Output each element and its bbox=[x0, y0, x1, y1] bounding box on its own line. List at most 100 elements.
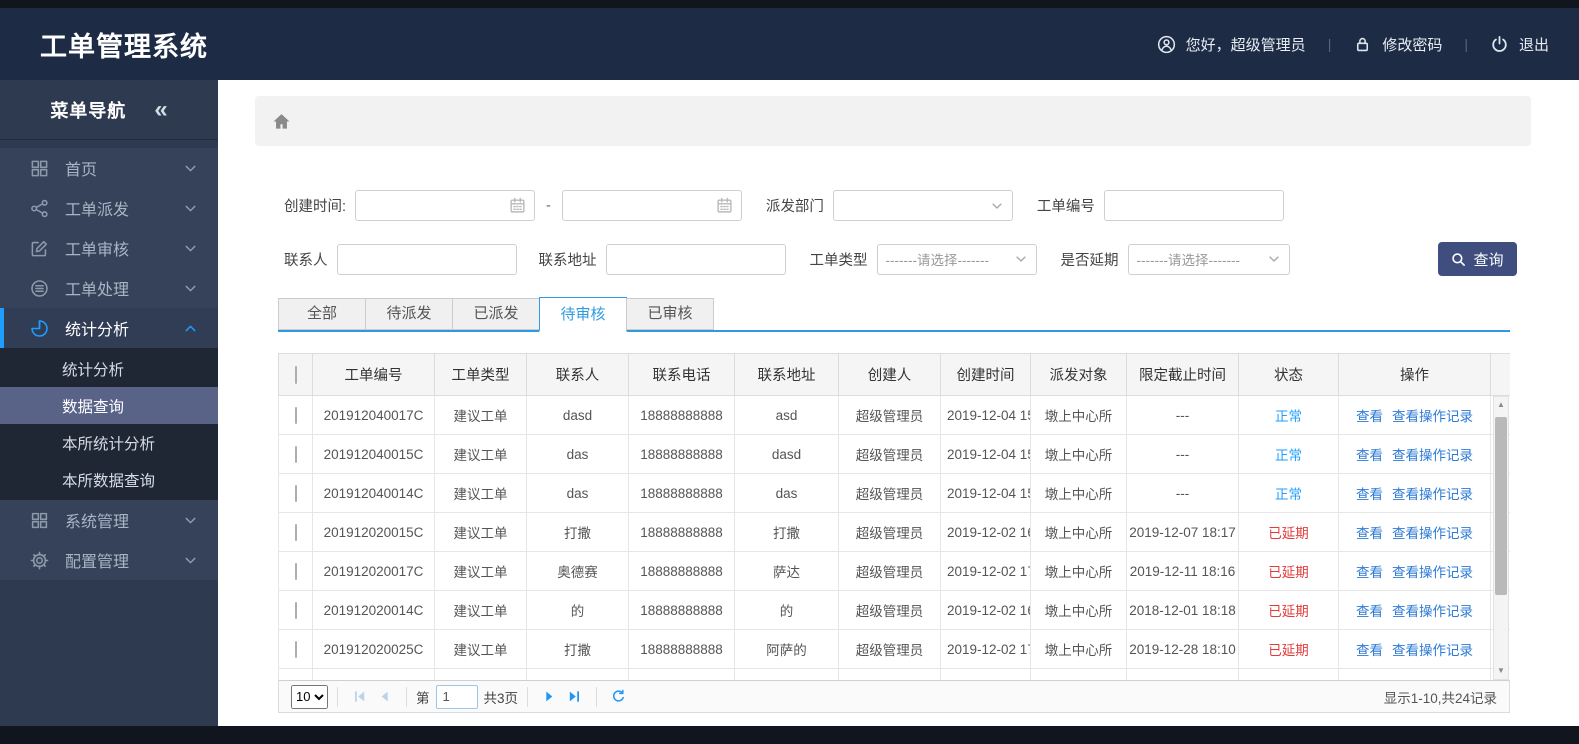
next-page-icon[interactable] bbox=[542, 689, 557, 704]
contact-input[interactable] bbox=[336, 243, 517, 275]
tab-待审核[interactable]: 待审核 bbox=[539, 297, 627, 332]
row-checkbox[interactable] bbox=[294, 679, 297, 680]
column-header: 联系电话 bbox=[628, 353, 735, 396]
view-link[interactable]: 查看 bbox=[1356, 604, 1383, 619]
submenu: 统计分析数据查询本所统计分析本所数据查询 bbox=[0, 348, 218, 500]
cell-actions: 查看 查看操作记录 bbox=[1338, 629, 1491, 669]
view-log-link[interactable]: 查看操作记录 bbox=[1392, 409, 1473, 424]
submenu-item[interactable]: 本所数据查询 bbox=[0, 461, 218, 498]
scroll-down-icon[interactable]: ▼ bbox=[1494, 665, 1508, 677]
create-time-start-input[interactable] bbox=[355, 190, 536, 221]
row-checkbox[interactable] bbox=[294, 406, 297, 424]
prev-page-icon[interactable] bbox=[377, 689, 392, 704]
cell-order_no: 201912020015C bbox=[312, 512, 435, 552]
tab-已审核[interactable]: 已审核 bbox=[626, 298, 714, 330]
row-select-cell bbox=[278, 551, 313, 591]
pagination-bar: 10 第 共3页 显示1-10,共24记录 bbox=[278, 680, 1510, 713]
home-icon[interactable] bbox=[272, 112, 291, 131]
tab-全部[interactable]: 全部 bbox=[278, 298, 366, 330]
footer-strip bbox=[0, 726, 1579, 744]
row-checkbox[interactable] bbox=[294, 562, 297, 580]
view-link[interactable]: 查看 bbox=[1356, 643, 1383, 658]
cell-actions: 查看 查看操作记录 bbox=[1338, 434, 1491, 474]
view-log-link[interactable]: 查看操作记录 bbox=[1392, 526, 1473, 541]
row-select-cell bbox=[278, 629, 313, 669]
row-checkbox[interactable] bbox=[294, 640, 297, 658]
collapse-sidebar-icon[interactable]: « bbox=[154, 97, 167, 122]
row-checkbox[interactable] bbox=[294, 484, 297, 502]
chevron-down-icon bbox=[1267, 252, 1281, 266]
last-page-icon[interactable] bbox=[567, 689, 582, 704]
lock-icon bbox=[1353, 35, 1372, 54]
tab-待派发[interactable]: 待派发 bbox=[365, 298, 453, 330]
address-input[interactable] bbox=[605, 243, 786, 275]
dispatch-dept-select[interactable] bbox=[832, 190, 1013, 221]
table-scrollbar[interactable]: ▲ ▼ bbox=[1493, 396, 1509, 680]
sidebar-item[interactable]: 统计分析 bbox=[0, 308, 218, 348]
scroll-up-icon[interactable]: ▲ bbox=[1494, 399, 1508, 411]
view-link[interactable]: 查看 bbox=[1356, 487, 1383, 502]
scrollbar-thumb[interactable] bbox=[1495, 417, 1507, 595]
refresh-icon[interactable] bbox=[611, 689, 626, 704]
cell-contact: 的 bbox=[526, 590, 629, 630]
submenu-item-label: 数据查询 bbox=[62, 398, 125, 416]
sidebar-item[interactable]: 工单处理 bbox=[0, 268, 218, 308]
sidebar-item[interactable]: 配置管理 bbox=[0, 540, 218, 580]
page-input[interactable] bbox=[435, 684, 478, 709]
submenu-item[interactable]: 本所统计分析 bbox=[0, 424, 218, 461]
table-row: 201912020025C 建议工单 打撒 18888888888 阿萨的 超级管理员 20… bbox=[278, 629, 1510, 669]
view-log-link[interactable]: 查看操作记录 bbox=[1392, 448, 1473, 463]
order-no-input[interactable] bbox=[1103, 190, 1284, 221]
sidebar-item[interactable]: 系统管理 bbox=[0, 500, 218, 540]
view-link[interactable]: 查看 bbox=[1356, 409, 1383, 424]
view-link[interactable]: 查看 bbox=[1356, 448, 1383, 463]
topbar-divider: | bbox=[1464, 36, 1468, 52]
cell-status: 已延期 bbox=[1238, 590, 1339, 630]
view-link[interactable]: 查看 bbox=[1356, 565, 1383, 580]
chevron-down-icon bbox=[990, 199, 1004, 213]
order-type-select[interactable]: -------请选择------- bbox=[876, 243, 1037, 275]
cell-created: 2019-12-02 17 bbox=[940, 629, 1031, 669]
cell-creator: 超级管理员 bbox=[838, 551, 941, 591]
submenu-item[interactable]: 统计分析 bbox=[0, 350, 218, 387]
page-size-select[interactable]: 10 bbox=[291, 684, 328, 709]
sidebar-item-label: 工单审核 bbox=[65, 242, 130, 259]
cell-empty bbox=[628, 668, 735, 680]
row-select-cell bbox=[278, 668, 313, 680]
sidebar-item[interactable]: 工单审核 bbox=[0, 228, 218, 268]
row-checkbox[interactable] bbox=[294, 523, 297, 541]
logout-button[interactable]: 退出 bbox=[1490, 34, 1549, 55]
cell-order_no: 201912040017C bbox=[312, 395, 435, 435]
view-log-link[interactable]: 查看操作记录 bbox=[1392, 487, 1473, 502]
tab-已派发[interactable]: 已派发 bbox=[452, 298, 540, 330]
table-row: 201912040014C 建议工单 das 18888888888 das 超级管理员 2… bbox=[278, 473, 1510, 513]
page: 工单管理系统 您好，超级管理员 | 修改密码 | 退出 菜单导航 « 首页 工单… bbox=[0, 0, 1579, 744]
create-time-end-input[interactable] bbox=[561, 190, 742, 221]
view-log-link[interactable]: 查看操作记录 bbox=[1392, 604, 1473, 619]
submenu-item-label: 本所数据查询 bbox=[62, 472, 156, 490]
view-link[interactable]: 查看 bbox=[1356, 526, 1383, 541]
user-menu[interactable]: 您好，超级管理员 bbox=[1157, 34, 1306, 55]
sidebar-item[interactable]: 工单派发 bbox=[0, 188, 218, 228]
cell-empty bbox=[838, 668, 941, 680]
view-log-link[interactable]: 查看操作记录 bbox=[1392, 565, 1473, 580]
submenu-item[interactable]: 数据查询 bbox=[0, 387, 218, 424]
chevron-down-icon bbox=[183, 161, 198, 176]
cell-contact: 打撒 bbox=[526, 629, 629, 669]
delay-select[interactable]: -------请选择------- bbox=[1127, 243, 1290, 275]
sidebar-item-label: 工单处理 bbox=[65, 282, 130, 299]
select-all-checkbox[interactable] bbox=[294, 365, 297, 384]
change-password-button[interactable]: 修改密码 bbox=[1353, 34, 1442, 55]
cell-status: 已延期 bbox=[1238, 512, 1339, 552]
sidebar-menu: 首页 工单派发工单审核工单处理统计分析 统计分析数据查询本所统计分析本所数据查询系统… bbox=[0, 148, 218, 580]
row-checkbox[interactable] bbox=[294, 601, 297, 619]
cell-type: 建议工单 bbox=[434, 512, 527, 552]
sidebar-item[interactable]: 首页 bbox=[0, 148, 218, 188]
view-log-link[interactable]: 查看操作记录 bbox=[1392, 643, 1473, 658]
row-checkbox[interactable] bbox=[294, 445, 297, 463]
cell-creator: 超级管理员 bbox=[838, 473, 941, 513]
filter-row-2: 联系人 联系地址 工单类型 -------请选择------- 是否延期 ---… bbox=[284, 242, 1579, 276]
cell-deadline: --- bbox=[1126, 473, 1239, 513]
search-button[interactable]: 查询 bbox=[1438, 242, 1517, 276]
first-page-icon[interactable] bbox=[352, 689, 367, 704]
